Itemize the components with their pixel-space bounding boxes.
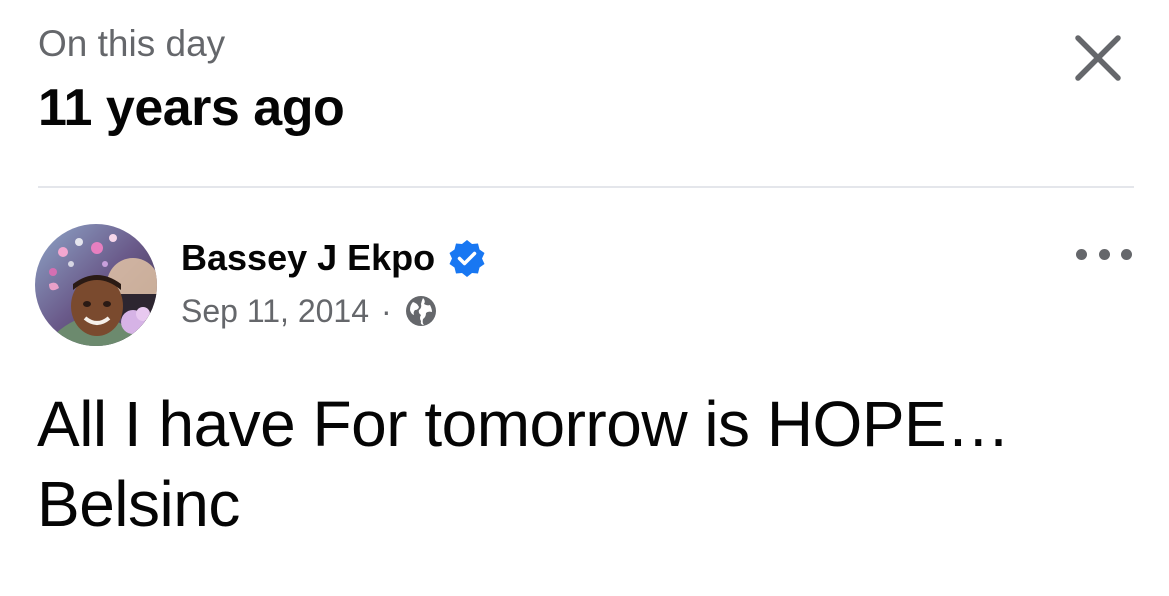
post-meta: Sep 11, 2014 ·: [181, 291, 438, 331]
globe-icon: [405, 296, 436, 326]
memory-title: 11 years ago: [38, 79, 345, 137]
close-button[interactable]: [1066, 26, 1130, 90]
memory-subtitle: On this day: [38, 23, 226, 64]
post-author-row: Bassey J Ekpo: [181, 236, 487, 280]
verified-badge-icon: [449, 240, 485, 277]
more-options-icon: [1098, 248, 1110, 260]
post-text: All I have For tomorrow is HOPE… Belsinc: [37, 384, 1147, 544]
more-options-button[interactable]: [1076, 236, 1132, 272]
more-options-icon: [1121, 248, 1132, 260]
post-date[interactable]: Sep 11, 2014: [181, 291, 369, 331]
more-options-icon: [1076, 248, 1087, 260]
author-name[interactable]: Bassey J Ekpo: [181, 236, 435, 280]
close-icon: [1075, 35, 1121, 81]
post-text-line: Belsinc: [37, 468, 240, 540]
avatar[interactable]: [35, 224, 157, 346]
avatar-image: [35, 224, 157, 346]
memory-header: On this day 11 years ago: [38, 22, 1133, 162]
header-divider: [38, 186, 1134, 188]
post-text-line: All I have For tomorrow is HOPE…: [37, 388, 1010, 460]
meta-separator: ·: [381, 293, 392, 329]
